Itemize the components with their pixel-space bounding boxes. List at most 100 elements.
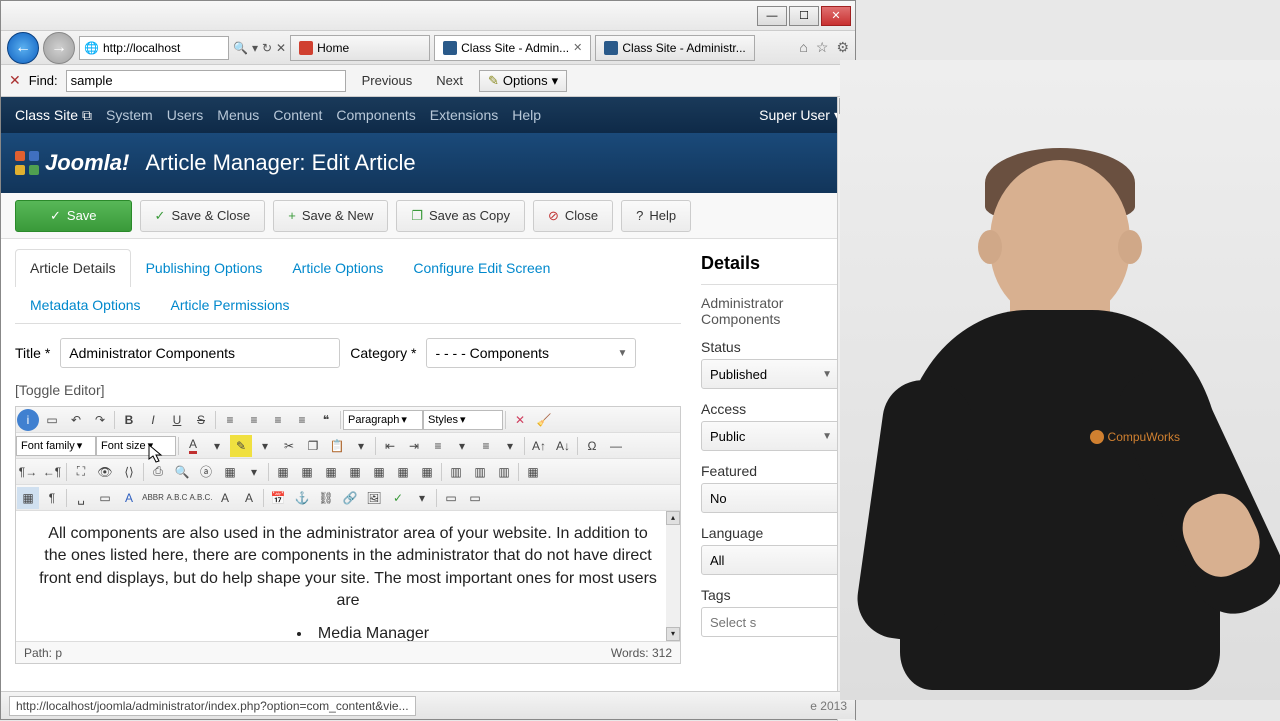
- italic-button[interactable]: I: [142, 409, 164, 431]
- search-icon[interactable]: 🔍: [233, 41, 248, 55]
- caret-icon[interactable]: ▾: [350, 435, 372, 457]
- title-input[interactable]: [60, 338, 340, 368]
- editor-content[interactable]: All components are also used in the admi…: [16, 511, 680, 641]
- close-window-button[interactable]: ✕: [821, 6, 851, 26]
- sup-icon[interactable]: A↑: [528, 435, 550, 457]
- tab-article-details[interactable]: Article Details: [15, 249, 131, 287]
- find-options-button[interactable]: ✎ Options ▾: [479, 70, 567, 92]
- delete-row-icon[interactable]: ▦: [344, 461, 366, 483]
- backcolor-icon[interactable]: ✎: [230, 435, 252, 457]
- tab-article-permissions[interactable]: Article Permissions: [156, 286, 305, 323]
- print-icon[interactable]: ⎙: [147, 461, 169, 483]
- find-previous-button[interactable]: Previous: [354, 71, 421, 90]
- copy-icon[interactable]: ❐: [302, 435, 324, 457]
- close-findbar-icon[interactable]: ✕: [9, 72, 21, 89]
- featured-select[interactable]: No: [701, 483, 841, 513]
- status-select[interactable]: Published ▼: [701, 359, 841, 389]
- outdent-icon[interactable]: ⇤: [379, 435, 401, 457]
- merge-icon[interactable]: ▥: [469, 461, 491, 483]
- col-before-icon[interactable]: ▦: [368, 461, 390, 483]
- save-copy-button[interactable]: ❐ Save as Copy: [396, 200, 525, 232]
- show-para-icon[interactable]: ¶: [41, 487, 63, 509]
- attribs-icon[interactable]: A: [238, 487, 260, 509]
- tab-home[interactable]: Home: [290, 35, 430, 61]
- del-icon[interactable]: A.B.C.: [190, 487, 212, 509]
- save-new-button[interactable]: + Save & New: [273, 200, 388, 232]
- cell-props-icon[interactable]: ▥: [493, 461, 515, 483]
- nbsp-icon[interactable]: ␣: [70, 487, 92, 509]
- image-icon[interactable]: 🖼: [363, 487, 385, 509]
- caret-icon[interactable]: ▾: [411, 487, 433, 509]
- caret-icon[interactable]: ▾: [499, 435, 521, 457]
- pagebreak-icon[interactable]: ▭: [464, 487, 486, 509]
- tab-metadata-options[interactable]: Metadata Options: [15, 286, 156, 323]
- toggle-editor-link[interactable]: [Toggle Editor]: [15, 382, 681, 398]
- source-icon[interactable]: ⟨⟩: [118, 461, 140, 483]
- layer-icon[interactable]: ▦: [219, 461, 241, 483]
- help-button[interactable]: ? Help: [621, 200, 691, 232]
- menu-help[interactable]: Help: [512, 107, 541, 123]
- indent-icon[interactable]: ⇥: [403, 435, 425, 457]
- menu-menus[interactable]: Menus: [217, 107, 259, 123]
- cleanup-icon[interactable]: 🧹: [533, 409, 555, 431]
- site-link[interactable]: Class Site ⧉: [15, 107, 92, 124]
- anchor-icon[interactable]: ⚓: [291, 487, 313, 509]
- caret-icon[interactable]: ▾: [206, 435, 228, 457]
- align-center-icon[interactable]: ≡: [243, 409, 265, 431]
- table-icon[interactable]: ▦: [272, 461, 294, 483]
- undo-icon[interactable]: ↶: [65, 409, 87, 431]
- hr-icon[interactable]: —: [605, 435, 627, 457]
- forecolor-icon[interactable]: A: [182, 435, 204, 457]
- split-icon[interactable]: ▥: [445, 461, 467, 483]
- back-button[interactable]: ←: [7, 32, 39, 64]
- save-button[interactable]: ✓ Save: [15, 200, 132, 232]
- date-icon[interactable]: 📅: [267, 487, 289, 509]
- tab-article-options[interactable]: Article Options: [277, 249, 398, 286]
- readmore-icon[interactable]: ▭: [440, 487, 462, 509]
- bullist-icon[interactable]: ≡: [475, 435, 497, 457]
- visualchars-icon[interactable]: ▭: [94, 487, 116, 509]
- close-button[interactable]: ⊘ Close: [533, 200, 613, 232]
- paste-icon[interactable]: 📋: [326, 435, 348, 457]
- refresh-icon[interactable]: ↻: [262, 41, 272, 55]
- underline-button[interactable]: U: [166, 409, 188, 431]
- tab-admin-2[interactable]: Class Site - Administr...: [595, 35, 754, 61]
- numlist-icon[interactable]: ≡: [427, 435, 449, 457]
- font-family-select[interactable]: Font family▾: [16, 436, 96, 456]
- menu-users[interactable]: Users: [167, 107, 204, 123]
- style-icon[interactable]: A: [118, 487, 140, 509]
- align-left-icon[interactable]: ≡: [219, 409, 241, 431]
- tab-admin-1[interactable]: Class Site - Admin... ✕: [434, 35, 591, 61]
- caret-icon[interactable]: ▾: [254, 435, 276, 457]
- strike-button[interactable]: S: [190, 409, 212, 431]
- find-input[interactable]: [66, 70, 346, 92]
- blockquote-icon[interactable]: ❝: [315, 409, 337, 431]
- bold-button[interactable]: B: [118, 409, 140, 431]
- font-size-select[interactable]: Font size▾: [96, 436, 176, 456]
- abbr-icon[interactable]: ABBR: [142, 487, 164, 509]
- ltr-icon[interactable]: ¶→: [17, 461, 39, 483]
- save-close-button[interactable]: ✓ Save & Close: [140, 200, 266, 232]
- menu-content[interactable]: Content: [273, 107, 322, 123]
- search-icon[interactable]: 🔍: [171, 461, 193, 483]
- preview-icon[interactable]: 👁: [94, 461, 116, 483]
- tab-publishing-options[interactable]: Publishing Options: [131, 249, 278, 286]
- menu-extensions[interactable]: Extensions: [430, 107, 498, 123]
- styles-select[interactable]: Styles▾: [423, 410, 503, 430]
- dropdown-icon[interactable]: ▾: [252, 41, 258, 55]
- access-select[interactable]: Public ▼: [701, 421, 841, 451]
- newdoc-icon[interactable]: ▭: [41, 409, 63, 431]
- url-input[interactable]: 🌐 http://localhost: [79, 36, 229, 60]
- ins-icon[interactable]: A: [214, 487, 236, 509]
- user-menu[interactable]: Super User ▾: [759, 107, 841, 124]
- stop-icon[interactable]: ✕: [276, 41, 286, 55]
- menu-system[interactable]: System: [106, 107, 153, 123]
- replace-icon[interactable]: ⓐ: [195, 461, 217, 483]
- menu-components[interactable]: Components: [336, 107, 415, 123]
- home-icon[interactable]: ⌂: [799, 39, 807, 56]
- visualblocks-icon[interactable]: ▦: [17, 487, 39, 509]
- category-select[interactable]: - - - - Components ▼: [426, 338, 636, 368]
- tools-icon[interactable]: ⚙: [836, 39, 849, 56]
- caret-icon[interactable]: ▾: [451, 435, 473, 457]
- caret-icon[interactable]: ▾: [243, 461, 265, 483]
